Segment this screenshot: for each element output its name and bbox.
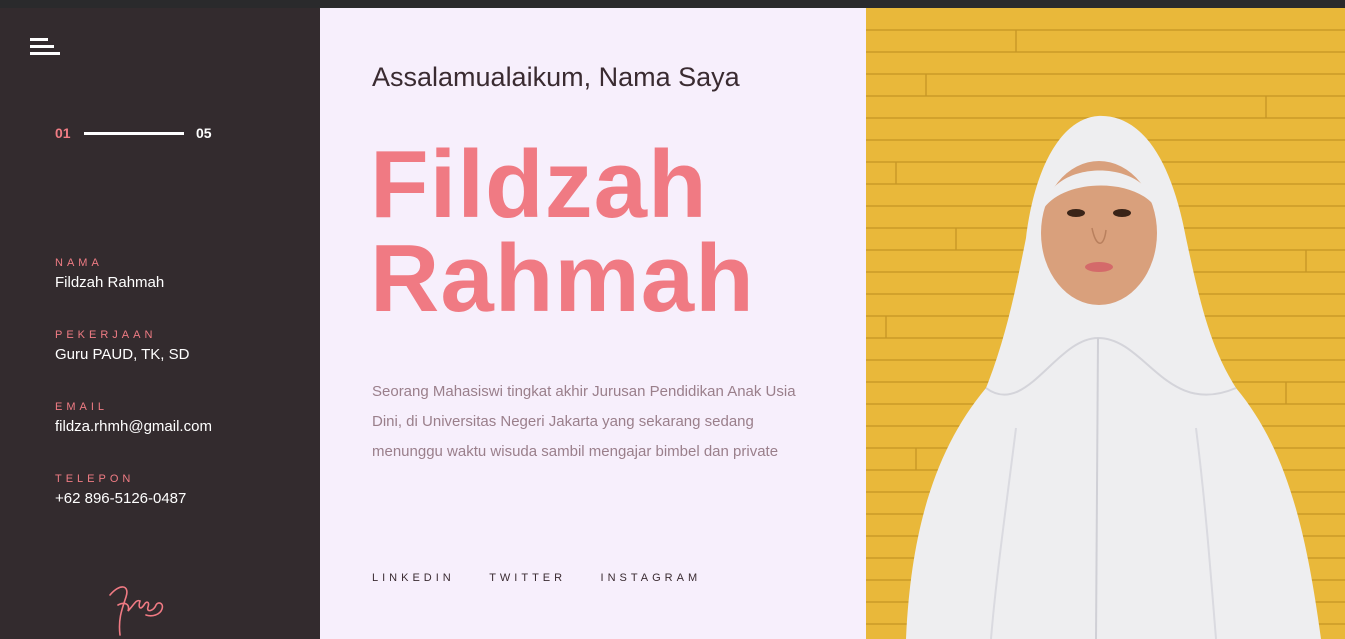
info-label: TELEPON [55, 473, 135, 485]
linkedin-link[interactable]: LINKEDIN [372, 572, 455, 584]
signature-icon [109, 586, 164, 636]
hero-last-name: Rahmah [370, 225, 755, 332]
info-value[interactable]: fildza.rhmh@gmail.com [55, 418, 212, 435]
pager-total: 05 [196, 125, 212, 141]
info-value: Guru PAUD, TK, SD [55, 346, 190, 363]
profile-photo [866, 8, 1345, 639]
hero-first-name: Fildzah [370, 131, 708, 238]
hamburger-menu-icon[interactable] [30, 38, 60, 58]
sidebar: 01 05 NAMA Fildzah Rahmah PEKERJAAN Guru… [0, 8, 320, 639]
info-value: Fildzah Rahmah [55, 274, 165, 291]
greeting-text: Assalamualaikum, Nama Saya [372, 62, 740, 92]
social-links: LINKEDIN TWITTER INSTAGRAM [372, 568, 731, 586]
twitter-link[interactable]: TWITTER [489, 572, 566, 584]
info-nama: NAMA Fildzah Rahmah [55, 257, 164, 291]
info-label: PEKERJAAN [55, 329, 157, 341]
info-value: +62 896-5126-0487 [55, 490, 187, 507]
instagram-link[interactable]: INSTAGRAM [601, 572, 702, 584]
bio-description: Seorang Mahasiswi tingkat akhir Jurusan … [372, 383, 796, 460]
info-label: EMAIL [55, 401, 109, 413]
info-label: NAMA [55, 257, 103, 269]
info-email: EMAIL fildza.rhmh@gmail.com [55, 401, 212, 435]
pager-line [84, 132, 184, 135]
portrait-illustration [866, 8, 1345, 639]
intro-panel: Assalamualaikum, Nama Saya Fildzah Rahma… [320, 8, 866, 639]
pager-current: 01 [55, 125, 71, 141]
info-telepon: TELEPON +62 896-5126-0487 [55, 473, 186, 507]
hero-name: Fildzah Rahmah [370, 131, 755, 332]
browser-top-strip [0, 0, 1345, 8]
info-pekerjaan: PEKERJAAN Guru PAUD, TK, SD [55, 329, 189, 363]
slide-pager: 01 05 [55, 125, 255, 141]
